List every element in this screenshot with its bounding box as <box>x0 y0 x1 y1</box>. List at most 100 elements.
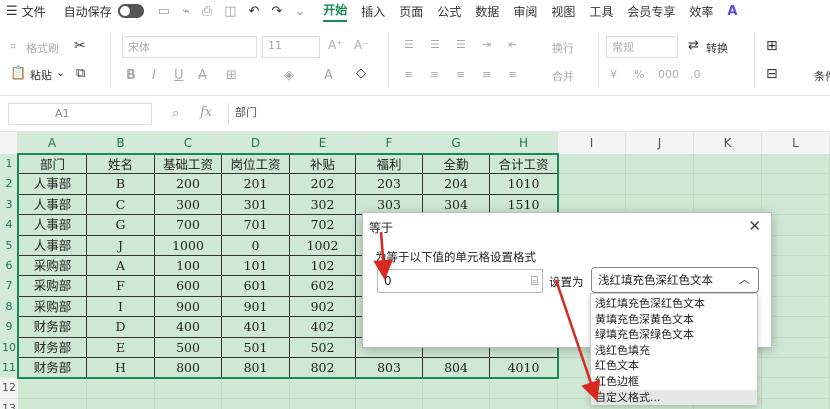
table-cell[interactable]: F <box>87 276 155 297</box>
indent-icon[interactable]: ⇥ <box>482 38 491 51</box>
empty-cell[interactable] <box>490 378 558 399</box>
table-cell[interactable]: 301 <box>222 194 290 216</box>
column-header[interactable]: B <box>87 132 155 154</box>
empty-cell[interactable] <box>694 154 762 175</box>
empty-cell[interactable] <box>290 398 356 409</box>
value-input[interactable]: 0 ⌸ <box>377 269 543 293</box>
table-cell[interactable]: 402 <box>290 317 356 338</box>
tab-efficiency[interactable]: 效率 <box>689 3 713 20</box>
table-cell[interactable]: 803 <box>356 358 423 379</box>
paste-button[interactable]: 粘贴 <box>30 67 52 83</box>
empty-cell[interactable] <box>423 398 490 409</box>
table-cell[interactable]: 0 <box>222 235 290 256</box>
empty-cell[interactable] <box>423 378 490 399</box>
tab-home[interactable]: 开始 <box>323 1 348 22</box>
tab-page[interactable]: 页面 <box>399 3 423 20</box>
empty-cell[interactable] <box>762 235 830 256</box>
column-header[interactable]: L <box>762 132 830 154</box>
row-header[interactable]: 12 <box>0 378 18 399</box>
table-cell[interactable]: 财务部 <box>18 317 87 338</box>
share-icon[interactable]: ⌁ <box>182 4 190 19</box>
table-cell[interactable]: 300 <box>155 194 222 216</box>
dropdown-option[interactable]: 浅红色填充 <box>591 343 757 359</box>
column-header[interactable]: J <box>626 132 694 154</box>
align-center-icon[interactable]: ≡ <box>430 68 439 81</box>
column-header[interactable]: I <box>558 132 626 154</box>
column-header[interactable]: D <box>222 132 290 154</box>
table-cell[interactable]: 601 <box>222 276 290 297</box>
row-header[interactable]: 13 <box>0 398 18 409</box>
chevron-down-icon[interactable]: ⌄ <box>294 4 305 19</box>
empty-cell[interactable] <box>18 398 87 409</box>
table-cell[interactable]: 600 <box>155 276 222 297</box>
thousands-icon[interactable]: 000 <box>658 68 679 81</box>
close-icon[interactable]: ✕ <box>748 217 761 235</box>
table-cell[interactable]: 901 <box>222 296 290 318</box>
table-cell[interactable]: 人事部 <box>18 235 87 256</box>
empty-cell[interactable] <box>762 337 830 358</box>
table-cell[interactable]: 203 <box>356 174 423 195</box>
undo-icon[interactable]: ↶ <box>249 4 260 19</box>
percent-icon[interactable]: % <box>634 68 644 81</box>
empty-cell[interactable] <box>762 194 830 216</box>
table-cell[interactable]: 501 <box>222 337 290 358</box>
table-cell[interactable]: 800 <box>155 358 222 379</box>
table-cell[interactable]: I <box>87 296 155 318</box>
table-cell[interactable]: A <box>87 256 155 277</box>
row-header[interactable]: 9 <box>0 317 18 338</box>
table-cell[interactable]: 201 <box>222 174 290 195</box>
column-header[interactable]: A <box>18 132 87 154</box>
convert-icon[interactable]: ⇄ <box>688 38 699 53</box>
row-header[interactable]: 3 <box>0 194 18 216</box>
copy-icon[interactable]: ⧉ <box>76 66 85 81</box>
tab-tools[interactable]: 工具 <box>589 3 613 20</box>
align-middle-icon[interactable]: ☰ <box>430 38 440 51</box>
decrease-font-icon[interactable]: A⁻ <box>354 38 369 52</box>
table-cell[interactable]: 802 <box>290 358 356 379</box>
table-cell[interactable]: 701 <box>222 215 290 236</box>
table-cell[interactable]: 700 <box>155 215 222 236</box>
column-header[interactable]: C <box>155 132 222 154</box>
column-header[interactable]: K <box>694 132 762 154</box>
hamburger-icon[interactable]: ☰ <box>6 4 18 19</box>
table-cell[interactable]: 财务部 <box>18 337 87 358</box>
empty-cell[interactable] <box>18 378 87 399</box>
table-cell[interactable]: 702 <box>290 215 356 236</box>
zoom-icon[interactable]: ⌕ <box>172 106 179 121</box>
row-header[interactable]: 4 <box>0 215 18 236</box>
empty-cell[interactable] <box>762 378 830 399</box>
table-cell[interactable]: B <box>87 174 155 195</box>
empty-cell[interactable] <box>762 174 830 195</box>
save-icon[interactable]: ▭ <box>158 4 170 19</box>
formula-input[interactable]: 部门 <box>228 103 824 125</box>
row-header[interactable]: 6 <box>0 256 18 277</box>
wrap-text-button[interactable]: 换行 <box>552 40 574 56</box>
table-cell[interactable]: 602 <box>290 276 356 297</box>
table-cell[interactable]: 302 <box>290 194 356 216</box>
font-name-select[interactable]: 宋体 <box>122 36 257 58</box>
table-cell[interactable]: 100 <box>155 256 222 277</box>
bold-icon[interactable]: B <box>126 68 136 83</box>
header-cell[interactable]: 福利 <box>356 154 423 175</box>
font-color-icon[interactable]: A <box>324 68 333 83</box>
strike-icon[interactable]: A <box>198 68 207 83</box>
currency-icon[interactable]: ¥ <box>610 68 617 81</box>
format-painter-icon[interactable]: ⌗ <box>10 40 16 54</box>
empty-cell[interactable] <box>762 296 830 318</box>
distribute-icon[interactable]: ≡ <box>508 68 517 81</box>
row-header[interactable]: 7 <box>0 276 18 297</box>
header-cell[interactable]: 岗位工资 <box>222 154 290 175</box>
column-header[interactable]: E <box>290 132 356 154</box>
empty-cell[interactable] <box>762 276 830 297</box>
name-box[interactable]: A1 <box>8 103 152 125</box>
cut-icon[interactable]: ✂ <box>74 38 86 54</box>
print-icon[interactable]: ⎙ <box>202 4 212 19</box>
table-cell[interactable]: 204 <box>423 174 490 195</box>
table-cell[interactable]: C <box>87 194 155 216</box>
empty-cell[interactable] <box>762 358 830 379</box>
column-header[interactable]: H <box>490 132 558 154</box>
range-select-icon[interactable]: ⌸ <box>531 270 538 292</box>
table-cell[interactable]: 人事部 <box>18 194 87 216</box>
select-all-corner[interactable] <box>0 132 18 154</box>
paste-icon[interactable]: 📋 <box>10 66 26 81</box>
